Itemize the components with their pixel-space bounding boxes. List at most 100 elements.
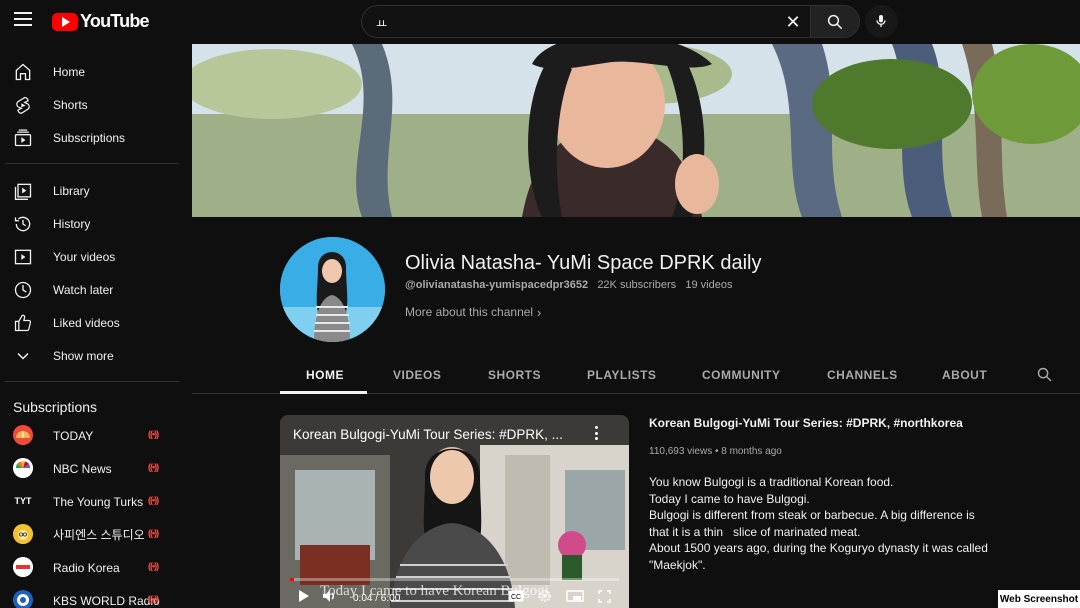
- live-icon: ((•)): [148, 462, 159, 472]
- live-icon: ((•)): [148, 561, 159, 571]
- svg-text:CC: CC: [511, 594, 521, 601]
- voice-search-button[interactable]: [865, 5, 898, 38]
- channel-avatar-image: [280, 237, 385, 342]
- avatar: [13, 590, 33, 608]
- sidebar-item-label: Liked videos: [53, 315, 120, 330]
- progress-fill: [290, 578, 294, 581]
- tab-shorts[interactable]: SHORTS: [488, 368, 541, 382]
- description-line: that it is a thin slice of marinated mea…: [649, 524, 861, 539]
- logo-text: YouTube: [80, 11, 150, 31]
- subscription-label: Radio Korea: [53, 560, 120, 575]
- channel-search-icon[interactable]: [1036, 366, 1053, 383]
- subscription-item-today[interactable]: TODAY ((•)): [0, 419, 180, 452]
- video-count: 19 videos: [685, 279, 733, 291]
- search-button[interactable]: [810, 5, 860, 38]
- sidebar-item-label: Watch later: [53, 282, 114, 297]
- sidebar-item-show-more[interactable]: Show more: [0, 339, 180, 372]
- channel-tabs: HOME VIDEOS SHORTS PLAYLISTS COMMUNITY C…: [192, 356, 1080, 394]
- sidebar-item-liked-videos[interactable]: Liked videos: [0, 306, 180, 339]
- sidebar-item-label: Home: [53, 64, 86, 79]
- play-icon[interactable]: [298, 589, 310, 603]
- your-videos-icon: [14, 249, 32, 265]
- sidebar-item-shorts[interactable]: Shorts: [0, 88, 180, 121]
- subscriptions-icon: [14, 129, 32, 147]
- sidebar-item-label: Subscriptions: [53, 130, 126, 145]
- tab-community[interactable]: COMMUNITY: [702, 368, 781, 382]
- sidebar-item-history[interactable]: History: [0, 207, 180, 240]
- avatar: TYT: [13, 491, 33, 511]
- chevron-down-icon: [17, 352, 29, 360]
- microphone-icon: [876, 15, 886, 27]
- sidebar-divider: [5, 381, 179, 382]
- progress-bar[interactable]: [290, 578, 619, 581]
- channel-banner: [192, 44, 1080, 217]
- featured-video-meta: 110,693 views • 8 months ago: [649, 446, 782, 457]
- description-line: Bulgogi is different from steak or barbe…: [649, 508, 975, 522]
- library-icon: [14, 183, 32, 200]
- avatar: [13, 557, 33, 577]
- avatar: [13, 524, 33, 544]
- sidebar-divider: [5, 163, 179, 164]
- watch-later-icon: [14, 281, 32, 299]
- settings-gear-icon[interactable]: [538, 589, 552, 603]
- time-display: 0:04 / 6:00: [353, 593, 401, 604]
- subscription-item-radio-korea[interactable]: Radio Korea ((•)): [0, 551, 180, 584]
- sidebar: Home Shorts Subscriptions Library Histor…: [0, 44, 180, 608]
- shorts-icon: [16, 96, 30, 114]
- tab-about[interactable]: ABOUT: [942, 368, 987, 382]
- home-icon: [15, 63, 31, 81]
- sidebar-item-subscriptions[interactable]: Subscriptions: [0, 121, 180, 154]
- youtube-logo[interactable]: YouTube: [52, 11, 150, 32]
- sidebar-item-library[interactable]: Library: [0, 174, 180, 207]
- video-player[interactable]: Korean Bulgogi-YuMi Tour Series: #DPRK, …: [280, 415, 629, 608]
- channel-name: Olivia Natasha- YuMi Space DPRK daily: [405, 252, 762, 274]
- subscription-item-the-young-turks[interactable]: TYT The Young Turks ((•)): [0, 485, 180, 518]
- tab-channels[interactable]: CHANNELS: [827, 368, 898, 382]
- subscription-item-nbc-news[interactable]: NBC News ((•)): [0, 452, 180, 485]
- banner-image: [192, 44, 1080, 217]
- subscription-item-kbs-world-radio[interactable]: KBS WORLD Radio ((•)): [0, 584, 180, 608]
- featured-video-title[interactable]: Korean Bulgogi-YuMi Tour Series: #DPRK, …: [649, 416, 963, 430]
- subscription-label: 사피엔스 스튜디오: [53, 528, 145, 542]
- tab-videos[interactable]: VIDEOS: [393, 368, 441, 382]
- chevron-right-icon[interactable]: ›: [537, 305, 541, 320]
- featured-video-description: You know Bulgogi is a traditional Korean…: [649, 474, 989, 573]
- live-icon: ((•)): [148, 495, 159, 505]
- subscription-item-sapiens-studio[interactable]: 사피엔스 스튜디오 ((•)): [0, 518, 180, 551]
- live-icon: ((•)): [148, 594, 159, 604]
- description-line: "Maekjok".: [649, 557, 706, 572]
- avatar: [13, 458, 33, 478]
- search-icon: [827, 14, 843, 30]
- avatar: [13, 425, 33, 445]
- menu-icon[interactable]: [14, 12, 32, 26]
- subscription-label: The Young Turks: [53, 494, 144, 509]
- sidebar-item-your-videos[interactable]: Your videos: [0, 240, 180, 273]
- description-line: You know Bulgogi is a traditional Korean…: [649, 475, 894, 489]
- subtitles-icon[interactable]: CC: [508, 590, 524, 602]
- live-icon: ((•)): [148, 429, 159, 439]
- tab-playlists[interactable]: PLAYLISTS: [587, 368, 656, 382]
- more-options-icon[interactable]: [595, 426, 599, 440]
- player-title[interactable]: Korean Bulgogi-YuMi Tour Series: #DPRK, …: [293, 427, 563, 442]
- volume-icon[interactable]: [322, 589, 338, 603]
- sidebar-item-label: Show more: [53, 348, 114, 363]
- channel-avatar[interactable]: [280, 237, 385, 342]
- search-input-value: ㅛ: [376, 17, 388, 31]
- liked-icon: [14, 314, 32, 332]
- sidebar-item-watch-later[interactable]: Watch later: [0, 273, 180, 306]
- sidebar-item-label: Library: [53, 183, 90, 198]
- play-logo-icon: [52, 12, 78, 31]
- watermark-label: Web Screenshot: [998, 590, 1080, 608]
- top-bar: YouTube ㅛ ✕: [0, 0, 1080, 44]
- active-tab-indicator: [280, 391, 367, 394]
- fullscreen-icon[interactable]: [598, 590, 611, 603]
- sidebar-item-label: History: [53, 216, 91, 231]
- more-about-link[interactable]: More about this channel: [405, 305, 533, 319]
- sidebar-item-home[interactable]: Home: [0, 55, 180, 88]
- close-icon[interactable]: ✕: [784, 13, 802, 31]
- subscriptions-heading: Subscriptions: [13, 399, 98, 415]
- search-input[interactable]: ㅛ ✕: [361, 5, 811, 38]
- cast-icon[interactable]: [566, 590, 584, 603]
- channel-meta: @olivianatasha-yumispacedpr3652 22K subs…: [405, 279, 732, 291]
- tab-home[interactable]: HOME: [306, 368, 344, 382]
